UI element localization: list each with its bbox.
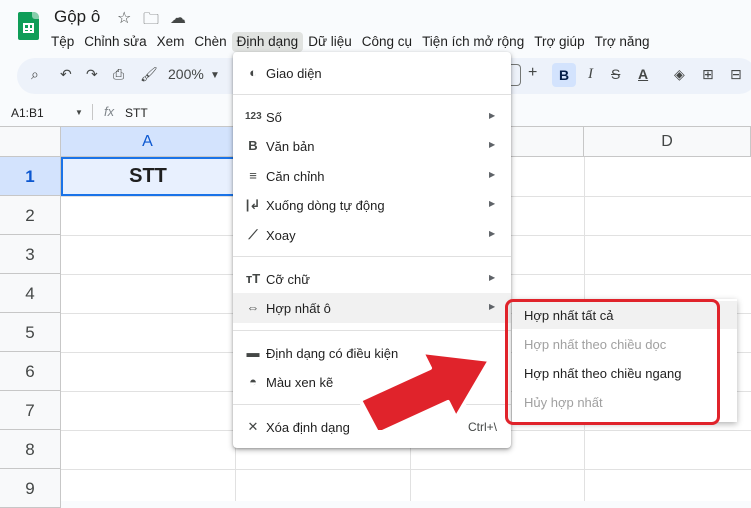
clear-format-icon: ✕ bbox=[247, 419, 259, 434]
italic-button[interactable]: I bbox=[588, 66, 593, 83]
font-size-box[interactable] bbox=[511, 64, 521, 86]
search-icon[interactable]: ⌕ bbox=[31, 66, 39, 83]
text-color-icon[interactable]: A bbox=[638, 66, 648, 82]
123-icon: 123 bbox=[245, 111, 262, 122]
borders-icon[interactable]: ⊞ bbox=[702, 66, 714, 83]
menu-extensions[interactable]: Tiện ích mở rộng bbox=[417, 32, 529, 52]
bold-button[interactable]: B bbox=[552, 63, 576, 87]
star-icon[interactable]: ☆ bbox=[117, 8, 131, 28]
menu-item-theme[interactable]: ◐ Giao diện bbox=[233, 58, 511, 88]
row-header-3[interactable]: 3 bbox=[0, 235, 61, 274]
submenu-arrow-icon: ▶ bbox=[489, 302, 496, 311]
row-header-9[interactable]: 9 bbox=[0, 469, 61, 508]
name-box[interactable]: A1:B1 bbox=[11, 106, 44, 120]
undo-icon[interactable]: ↶ bbox=[60, 66, 72, 83]
menu-edit[interactable]: Chỉnh sửa bbox=[79, 32, 151, 52]
rotate-icon: ⟋ bbox=[248, 227, 258, 242]
submenu-arrow-icon: ▶ bbox=[489, 111, 496, 120]
paint-format-icon[interactable]: 🖌 bbox=[140, 66, 158, 83]
redo-icon[interactable]: ↷ bbox=[86, 66, 98, 83]
palette-icon: ◐ bbox=[249, 65, 257, 80]
submenu-arrow-icon: ▶ bbox=[489, 229, 496, 238]
menu-item-font-size[interactable]: тT Cỡ chữ ▶ bbox=[233, 264, 511, 294]
menu-accessibility[interactable]: Trợ năng bbox=[590, 32, 655, 52]
menu-data[interactable]: Dữ liệu bbox=[303, 32, 357, 52]
menu-separator bbox=[233, 256, 511, 257]
submenu-arrow-icon: ▶ bbox=[489, 140, 496, 149]
font-size-icon: тT bbox=[245, 271, 261, 286]
red-arrow-icon bbox=[358, 350, 492, 430]
menu-separator bbox=[233, 94, 511, 95]
grid-line bbox=[61, 469, 751, 470]
merge-cells-icon[interactable]: ⊟ bbox=[730, 66, 742, 83]
increase-font-icon[interactable]: + bbox=[528, 64, 537, 82]
bold-icon: B bbox=[248, 138, 258, 153]
menu-item-number[interactable]: 123 Số ▶ bbox=[233, 102, 511, 132]
menu-item-merge-cells[interactable]: ⇔ Hợp nhất ô ▶ bbox=[233, 293, 511, 323]
fill-color-icon[interactable]: ◈ bbox=[674, 66, 685, 83]
menu-item-rotation[interactable]: ⟋ Xoay ▶ bbox=[233, 220, 511, 250]
submenu-arrow-icon: ▶ bbox=[489, 170, 496, 179]
formula-divider bbox=[92, 104, 93, 120]
menu-separator bbox=[233, 330, 511, 331]
menu-tools[interactable]: Công cụ bbox=[357, 32, 417, 52]
wrap-icon: |↲ bbox=[245, 197, 261, 212]
menu-item-alignment[interactable]: ≡ Căn chỉnh ▶ bbox=[233, 161, 511, 191]
sheets-logo-icon[interactable] bbox=[18, 12, 39, 40]
cell-a1[interactable]: STT bbox=[61, 157, 235, 196]
document-title[interactable]: Gộp ô bbox=[54, 7, 100, 27]
row-header-1[interactable]: 1 bbox=[0, 157, 61, 196]
name-box-dropdown-icon[interactable]: ▼ bbox=[75, 108, 83, 117]
menu-insert[interactable]: Chèn bbox=[189, 32, 231, 52]
column-header-d[interactable]: D bbox=[584, 127, 751, 157]
fx-icon: fx bbox=[104, 104, 115, 119]
print-icon[interactable]: ⎙ bbox=[113, 66, 124, 83]
submenu-arrow-icon: ▶ bbox=[489, 273, 496, 282]
zoom-dropdown-icon[interactable]: ▼ bbox=[210, 70, 220, 81]
column-header-a[interactable]: A bbox=[61, 127, 235, 157]
menu-item-text[interactable]: B Văn bản ▶ bbox=[233, 131, 511, 161]
row-header-2[interactable]: 2 bbox=[0, 196, 61, 235]
formula-input[interactable]: STT bbox=[125, 106, 148, 120]
fill-drop-icon: ◓ bbox=[249, 374, 257, 389]
align-icon: ≡ bbox=[249, 168, 257, 183]
row-header-4[interactable]: 4 bbox=[0, 274, 61, 313]
menu-help[interactable]: Trợ giúp bbox=[529, 32, 589, 52]
menu-file[interactable]: Tệp bbox=[46, 32, 79, 52]
highlight-box bbox=[505, 299, 720, 425]
merge-icon: ⇔ bbox=[246, 300, 260, 315]
menu-view[interactable]: Xem bbox=[152, 32, 190, 52]
zoom-select[interactable]: 200% bbox=[168, 66, 204, 82]
row-header-6[interactable]: 6 bbox=[0, 352, 61, 391]
move-folder-icon[interactable]: 🗀 bbox=[143, 8, 159, 35]
submenu-arrow-icon: ▶ bbox=[489, 199, 496, 208]
row-header-8[interactable]: 8 bbox=[0, 430, 61, 469]
row-header-7[interactable]: 7 bbox=[0, 391, 61, 430]
row-header-5[interactable]: 5 bbox=[0, 313, 61, 352]
menu-bar: Tệp Chỉnh sửa Xem Chèn Định dạng Dữ liệu… bbox=[46, 32, 654, 52]
menu-format[interactable]: Định dạng bbox=[231, 32, 304, 52]
strikethrough-icon[interactable]: S bbox=[611, 66, 620, 82]
cloud-status-icon[interactable]: ☁ bbox=[170, 8, 186, 28]
paint-roller-icon: ▬ bbox=[246, 345, 260, 360]
menu-item-wrapping[interactable]: |↲ Xuống dòng tự động ▶ bbox=[233, 190, 511, 220]
select-all-corner[interactable] bbox=[0, 127, 61, 157]
